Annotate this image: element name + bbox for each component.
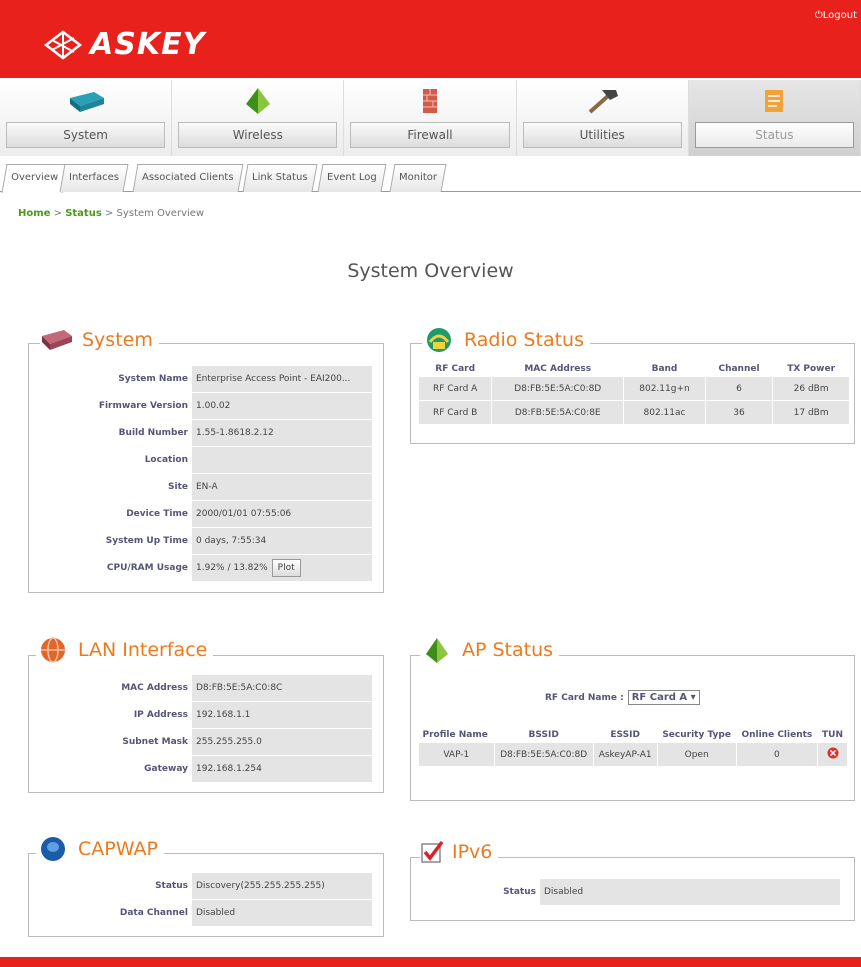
radio-status-table: RF Card MAC Address Band Channel TX Powe… [417, 362, 850, 425]
table-row: RF Card A D8:FB:5E:5A:C0:8D 802.11g+n 6 … [417, 376, 850, 401]
nav-system-label: System [6, 122, 166, 148]
radio-icon [427, 328, 451, 352]
footer-bar [0, 957, 861, 967]
cpu-ram-value: 1.92% / 13.82% [196, 563, 268, 573]
main-nav: System Wireless Firewall Utilities Statu… [0, 80, 861, 156]
build-number-row: Build Number 1.55-1.8618.2.12 [40, 420, 372, 446]
pyramid-icon [245, 88, 270, 114]
capwap-icon [41, 837, 65, 861]
logo-diamond-icon [43, 29, 83, 60]
table-row: RF Card B D8:FB:5E:5A:C0:8E 802.11ac 36 … [417, 400, 850, 425]
firewall-icon [423, 89, 437, 113]
radio-status-title: Radio Status [464, 329, 584, 351]
lan-gateway-row: Gateway 192.168.1.254 [40, 756, 372, 782]
page-title: System Overview [347, 260, 514, 282]
lan-mac-row: MAC Address D8:FB:5E:5A:C0:8C [40, 675, 372, 701]
location-row: Location [40, 447, 372, 473]
radio-status-header: Radio Status [422, 326, 590, 354]
system-panel-header: System [40, 326, 159, 354]
router-icon [69, 92, 104, 112]
nav-utilities[interactable]: Utilities [516, 80, 689, 156]
tab-monitor[interactable]: Monitor [389, 164, 447, 192]
router-icon [42, 330, 72, 350]
rf-card-label: RF Card Name : [545, 692, 624, 703]
system-name-row: System Name Enterprise Access Point - EA… [40, 366, 372, 392]
checkbox-checked-icon [421, 840, 444, 863]
cpu-ram-usage-row: CPU/RAM Usage 1.92% / 13.82% Plot [40, 555, 372, 581]
pyramid-icon [426, 638, 448, 663]
capwap-data-channel-row: Data Channel Disabled [40, 900, 372, 926]
disabled-x-icon [827, 747, 839, 759]
lan-interface-header: LAN Interface [36, 636, 214, 664]
tab-associated-clients[interactable]: Associated Clients [132, 164, 244, 192]
ap-status-title: AP Status [462, 639, 554, 661]
breadcrumb-current: System Overview [116, 208, 205, 219]
nav-firewall-label: Firewall [350, 122, 510, 148]
lan-subnet-row: Subnet Mask 255.255.255.0 [40, 729, 372, 755]
ap-status-table: Profile Name BSSID ESSID Security Type O… [418, 728, 848, 767]
ipv6-status-row: Status Disabled [430, 879, 840, 905]
power-icon: ⏻ [814, 10, 823, 21]
system-up-time-row: System Up Time 0 days, 7:55:34 [40, 528, 372, 554]
breadcrumb-status[interactable]: Status [65, 208, 102, 219]
status-tabs: Overview Interfaces Associated Clients L… [0, 160, 861, 193]
tab-event-log[interactable]: Event Log [317, 164, 387, 192]
ipv6-header: IPv6 [420, 838, 499, 866]
nav-status[interactable]: Status [688, 80, 861, 156]
table-header-row: RF Card MAC Address Band Channel TX Powe… [435, 364, 836, 374]
table-row: VAP-1 D8:FB:5E:5A:C0:8D AskeyAP-A1 Open … [418, 742, 848, 767]
logout-link[interactable]: ⏻Logout [815, 10, 857, 21]
device-time-row: Device Time 2000/01/01 07:55:06 [40, 501, 372, 527]
site-row: Site EN-A [40, 474, 372, 500]
tab-overview[interactable]: Overview [1, 164, 68, 193]
notepad-icon [765, 90, 784, 112]
nav-firewall[interactable]: Firewall [344, 80, 517, 156]
askey-logo: ASKEY [42, 27, 205, 62]
nav-wireless-label: Wireless [178, 122, 338, 148]
ap-status-header: AP Status [420, 636, 560, 664]
table-header-row: Profile Name BSSID ESSID Security Type O… [422, 730, 844, 740]
nav-utilities-label: Utilities [522, 122, 682, 148]
nav-wireless[interactable]: Wireless [172, 80, 345, 156]
lan-interface-title: LAN Interface [78, 639, 208, 661]
firmware-version-row: Firmware Version 1.00.02 [40, 393, 372, 419]
capwap-header: CAPWAP [36, 835, 164, 863]
ipv6-title: IPv6 [452, 841, 493, 863]
hammer-icon [588, 90, 619, 114]
breadcrumb-home[interactable]: Home [18, 208, 50, 219]
capwap-status-row: Status Discovery(255.255.255.255) [40, 873, 372, 899]
nav-status-label: Status [694, 122, 855, 148]
brand-name: ASKEY [90, 27, 206, 62]
rf-card-selector: RF Card Name : RF Card A ▾ [545, 690, 700, 705]
capwap-title: CAPWAP [78, 838, 158, 860]
lan-ip-row: IP Address 192.168.1.1 [40, 702, 372, 728]
plot-button[interactable]: Plot [271, 559, 301, 577]
tab-interfaces[interactable]: Interfaces [59, 164, 129, 192]
tun-status-cell [817, 742, 848, 767]
breadcrumb: Home > Status > System Overview [18, 208, 205, 219]
header-bar: ASKEY ⏻Logout [0, 0, 861, 78]
rf-card-select[interactable]: RF Card A ▾ [627, 690, 700, 705]
globe-icon [41, 637, 65, 663]
chevron-down-icon: ▾ [690, 692, 696, 703]
tab-link-status[interactable]: Link Status [242, 164, 317, 192]
nav-system[interactable]: System [0, 80, 173, 156]
system-title: System [82, 329, 153, 351]
